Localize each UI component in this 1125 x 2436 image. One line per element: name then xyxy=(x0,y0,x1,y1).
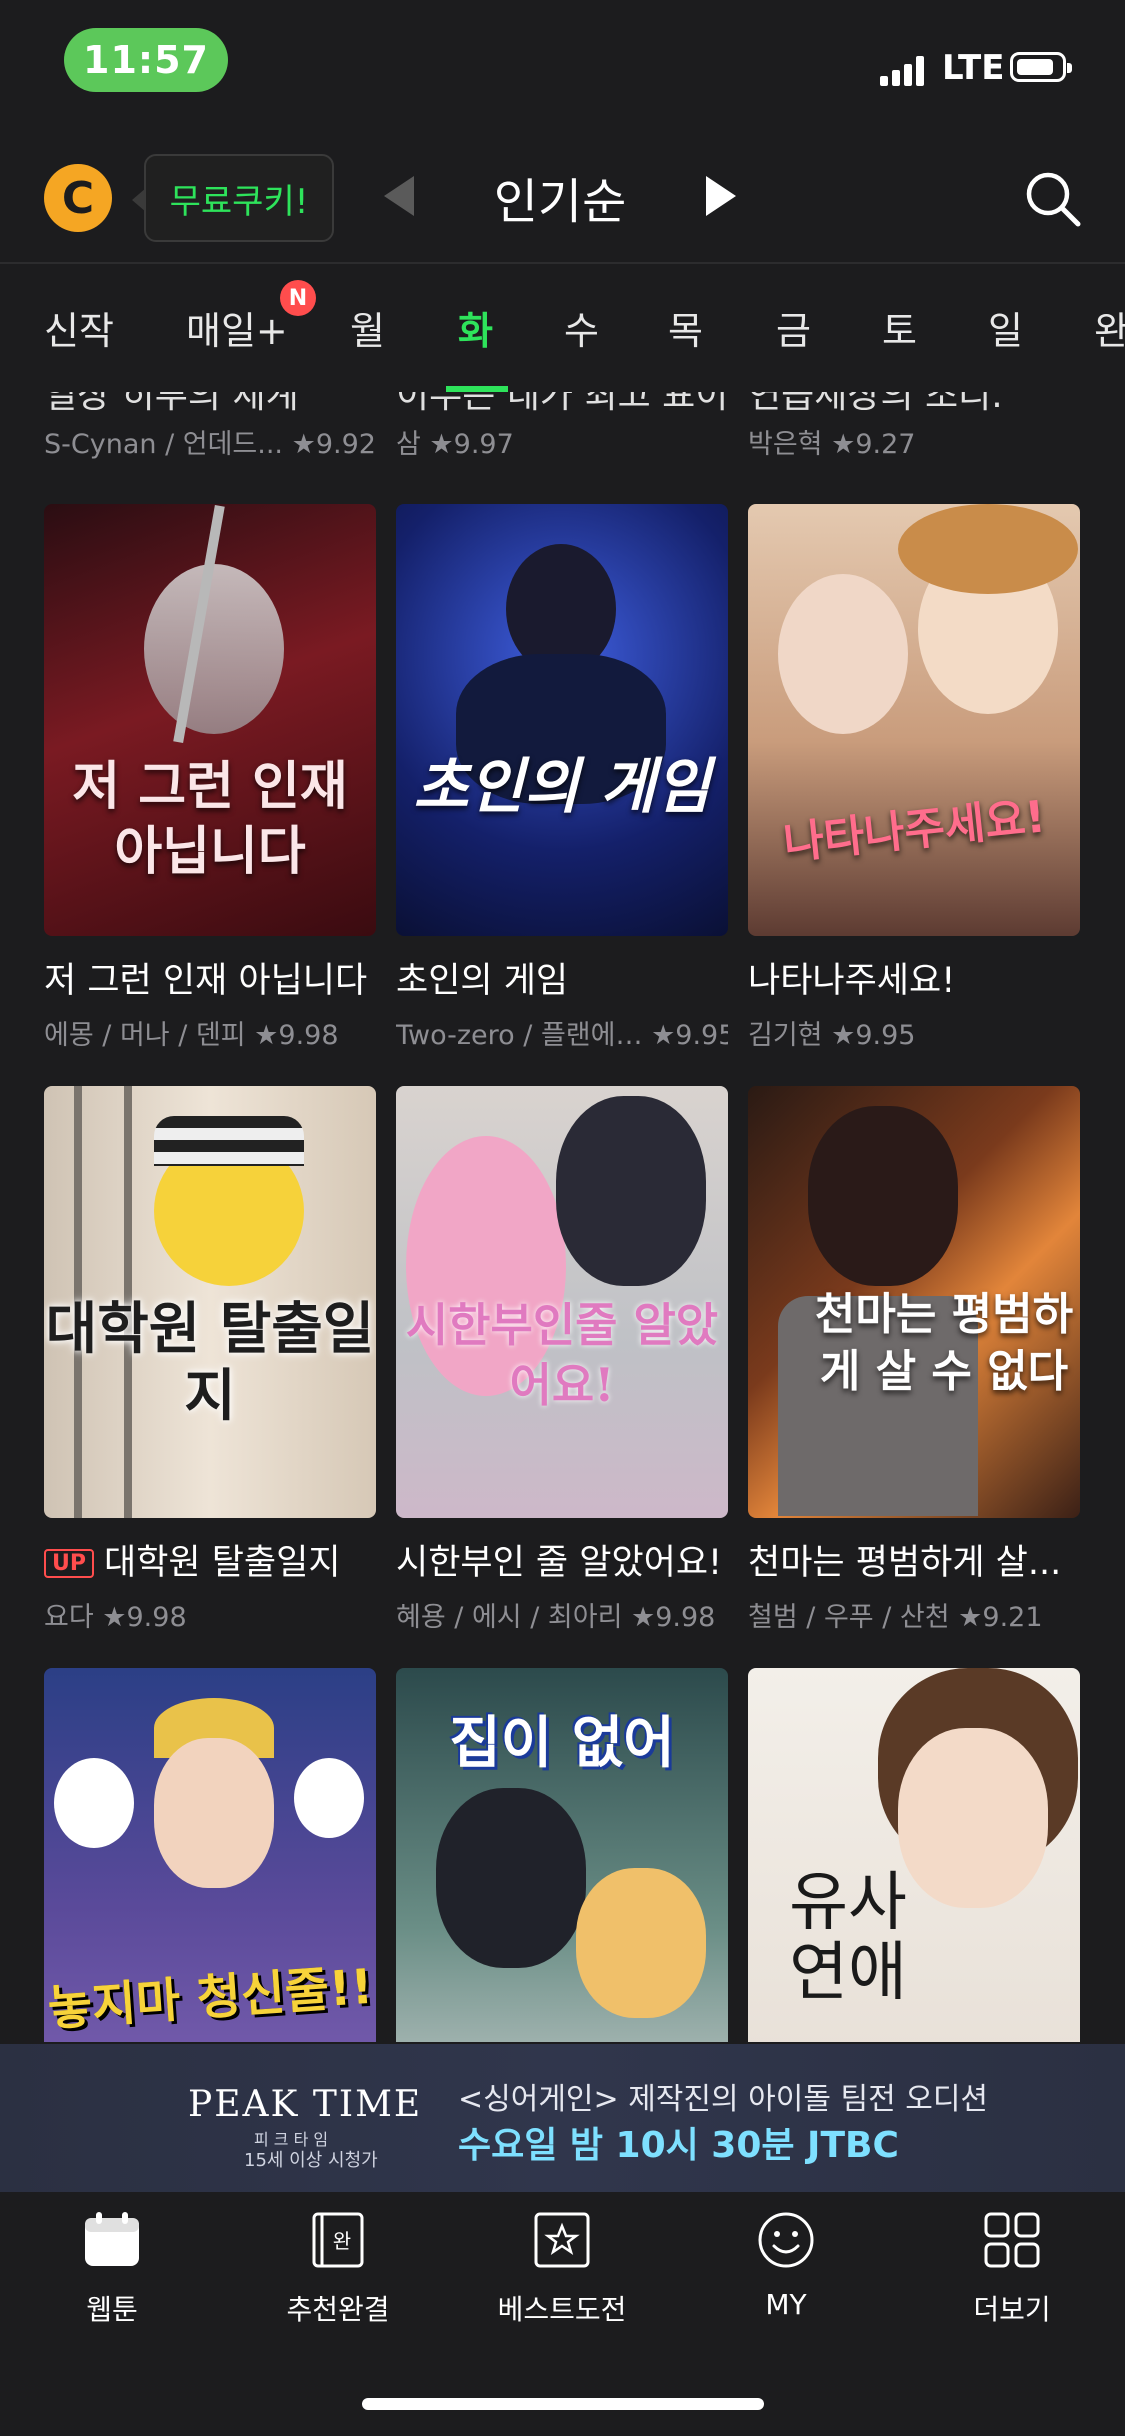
nav-more[interactable]: 더보기 xyxy=(922,2210,1102,2328)
partial-meta: S-Cynan / 언데드... ★9.92 xyxy=(44,429,376,460)
webtoon-card[interactable]: 유사 연애 xyxy=(748,1668,1080,2042)
tab-completed[interactable]: 완 xyxy=(1094,300,1125,355)
sort-prev-icon[interactable] xyxy=(384,176,414,216)
tab-new[interactable]: 신작 xyxy=(44,300,114,355)
thumbnail-title: 놓지마 청신줄!! xyxy=(46,1958,375,2038)
card-meta: 요다 ★9.98 xyxy=(44,1602,187,1633)
webtoon-card[interactable]: 놓지마 청신줄!! xyxy=(44,1668,376,2042)
nav-best-challenge[interactable]: 베스트도전 xyxy=(472,2210,652,2328)
card-title: 시한부인 줄 알았어요! xyxy=(396,1543,723,1583)
card-meta: 혜용 / 에시 / 최아리 ★9.98 xyxy=(396,1602,716,1633)
nav-webtoon[interactable]: 웹툰 xyxy=(22,2210,202,2328)
thumbnail-title: 시한부인줄 알았어요! xyxy=(405,1298,719,1412)
signal-icon xyxy=(880,56,928,86)
webtoon-card[interactable]: 천마는 평범하게 살 수 없다 천마는 평범하게 살... 철범 / 우푸 / … xyxy=(748,1086,1080,1634)
up-badge: UP xyxy=(44,1549,94,1578)
webtoon-card[interactable]: 초인의 게임 초인의 게임 Two-zero / 플랜에… ★9.95 xyxy=(396,504,728,1052)
partial-meta: 삼 ★9.97 xyxy=(396,429,514,460)
ad-age-rating: 15세 이상 시청가 xyxy=(244,2150,378,2171)
webtoon-card[interactable]: 나타나주세요! 나타나주세요! 김기현 ★9.95 xyxy=(748,504,1080,1052)
nav-label: 추천완결 xyxy=(286,2293,390,2326)
network-label: LTE xyxy=(942,48,1005,88)
partial-meta: 박은혁 ★9.27 xyxy=(748,429,916,460)
day-tabs: 신작 매일+ 월 화 수 목 금 토 일 완 xyxy=(0,268,1125,388)
webtoon-thumbnail[interactable]: 대학원 탈출일지 xyxy=(44,1086,376,1518)
status-bar: 11:57 LTE xyxy=(0,0,1125,120)
partial-title[interactable]: 이무슨 네가 최고 표이 xyxy=(396,392,726,418)
webtoon-thumbnail[interactable]: 시한부인줄 알았어요! xyxy=(396,1086,728,1518)
thumbnail-title: 집이 없어 xyxy=(449,1711,675,1776)
card-meta: 철범 / 우푸 / 산천 ★9.21 xyxy=(748,1602,1043,1633)
partial-row: 일상 히루의 세계 S-Cynan / 언데드... ★9.92 이무슨 네가 … xyxy=(0,392,1125,472)
tab-thursday[interactable]: 목 xyxy=(668,300,703,355)
nav-label: 베스트도전 xyxy=(497,2293,627,2326)
webtoon-card[interactable]: 저 그런 인재 아닙니다 저 그런 인재 아닙니다 에몽 / 머나 / 덴피 ★… xyxy=(44,504,376,1052)
thumbnail-title: 천마는 평범하게 살 수 없다 xyxy=(814,1289,1074,1398)
thumbnail-title: 대학원 탈출일지 xyxy=(45,1297,375,1430)
webtoon-thumbnail[interactable]: 나타나주세요! xyxy=(748,504,1080,936)
tab-tuesday[interactable]: 화 xyxy=(458,300,493,355)
search-icon[interactable] xyxy=(1022,168,1082,228)
webtoon-thumbnail[interactable]: 저 그런 인재 아닙니다 xyxy=(44,504,376,936)
sort-next-icon[interactable] xyxy=(706,176,736,216)
header: C 무료쿠키! 인기순 xyxy=(0,140,1125,260)
webtoon-card[interactable]: 시한부인줄 알았어요! 시한부인 줄 알았어요! 혜용 / 에시 / 최아리 ★… xyxy=(396,1086,728,1634)
grid-icon xyxy=(984,2212,1040,2268)
thumbnail-title: 유사 연애 xyxy=(789,1866,907,2011)
card-title: 저 그런 인재 아닙니다 xyxy=(44,961,368,1001)
tab-friday[interactable]: 금 xyxy=(776,300,811,355)
card-meta: Two-zero / 플랜에… ★9.95 xyxy=(396,1020,728,1051)
partial-title[interactable]: 연습세상의 조리. xyxy=(748,392,1078,418)
thumbnail-title: 나타나주세요! xyxy=(781,791,1048,870)
time-pill[interactable]: 11:57 xyxy=(64,28,228,92)
card-title: 나타나주세요! xyxy=(748,961,956,1001)
tab-monday[interactable]: 월 xyxy=(350,300,385,355)
card-title: UP 대학원 탈출일지 xyxy=(44,1534,376,1585)
ad-banner[interactable]: PEAK TIME 피 크 타 임 15세 이상 시청가 <싱어게인> 제작진의… xyxy=(0,2044,1125,2192)
free-cookie-button[interactable]: 무료쿠키! xyxy=(132,154,334,242)
cookie-logo-icon[interactable]: C xyxy=(44,164,112,232)
ad-headline: <싱어게인> 제작진의 아이돌 팀전 오디션 xyxy=(458,2082,989,2117)
star-icon xyxy=(534,2212,590,2268)
home-indicator[interactable] xyxy=(362,2398,764,2410)
webtoon-card[interactable]: 대학원 탈출일지 UP 대학원 탈출일지 요다 ★9.98 xyxy=(44,1086,376,1634)
card-title: 초인의 게임 xyxy=(396,961,569,1001)
card-meta: 김기현 ★9.95 xyxy=(748,1020,916,1051)
card-meta: 에몽 / 머나 / 덴피 ★9.98 xyxy=(44,1020,339,1051)
sort-title[interactable]: 인기순 xyxy=(460,162,660,232)
nav-label: 웹툰 xyxy=(86,2293,138,2326)
new-badge: N xyxy=(280,280,316,316)
ad-schedule: 수요일 밤 10시 30분 JTBC xyxy=(458,2125,899,2166)
webtoon-thumbnail[interactable]: 놓지마 청신줄!! xyxy=(44,1668,376,2042)
nav-label: 더보기 xyxy=(973,2293,1051,2326)
card-title: 천마는 평범하게 살... xyxy=(748,1543,1062,1583)
divider xyxy=(0,262,1125,264)
thumbnail-title: 초인의 게임 xyxy=(413,752,711,822)
battery-icon xyxy=(1010,52,1072,82)
nav-recommended-completed[interactable]: 완 추천완결 xyxy=(248,2210,428,2328)
webtoon-grid: 일상 히루의 세계 S-Cynan / 언데드... ★9.92 이무슨 네가 … xyxy=(0,392,1125,2042)
nav-my[interactable]: MY xyxy=(696,2210,876,2321)
webtoon-thumbnail[interactable]: 유사 연애 xyxy=(748,1668,1080,2042)
webtoon-card[interactable]: 집이 없어 xyxy=(396,1668,728,2042)
svg-text:완: 완 xyxy=(333,2229,351,2253)
ad-logo: PEAK TIME xyxy=(188,2084,423,2125)
webtoon-thumbnail[interactable]: 천마는 평범하게 살 수 없다 xyxy=(748,1086,1080,1518)
webtoon-thumbnail[interactable]: 초인의 게임 xyxy=(396,504,728,936)
partial-title[interactable]: 일상 히루의 세계 xyxy=(44,392,374,418)
book-icon: 완 xyxy=(312,2212,364,2268)
nav-label: MY xyxy=(765,2288,807,2321)
smiley-icon xyxy=(758,2212,814,2268)
thumbnail-title: 저 그런 인재 아닙니다 xyxy=(72,756,348,882)
tab-wednesday[interactable]: 수 xyxy=(564,300,599,355)
tab-daily-plus[interactable]: 매일+ xyxy=(186,300,288,355)
tab-sunday[interactable]: 일 xyxy=(988,300,1023,355)
webtoon-thumbnail[interactable]: 집이 없어 xyxy=(396,1668,728,2042)
calendar-icon xyxy=(85,2212,139,2266)
tab-saturday[interactable]: 토 xyxy=(882,300,917,355)
